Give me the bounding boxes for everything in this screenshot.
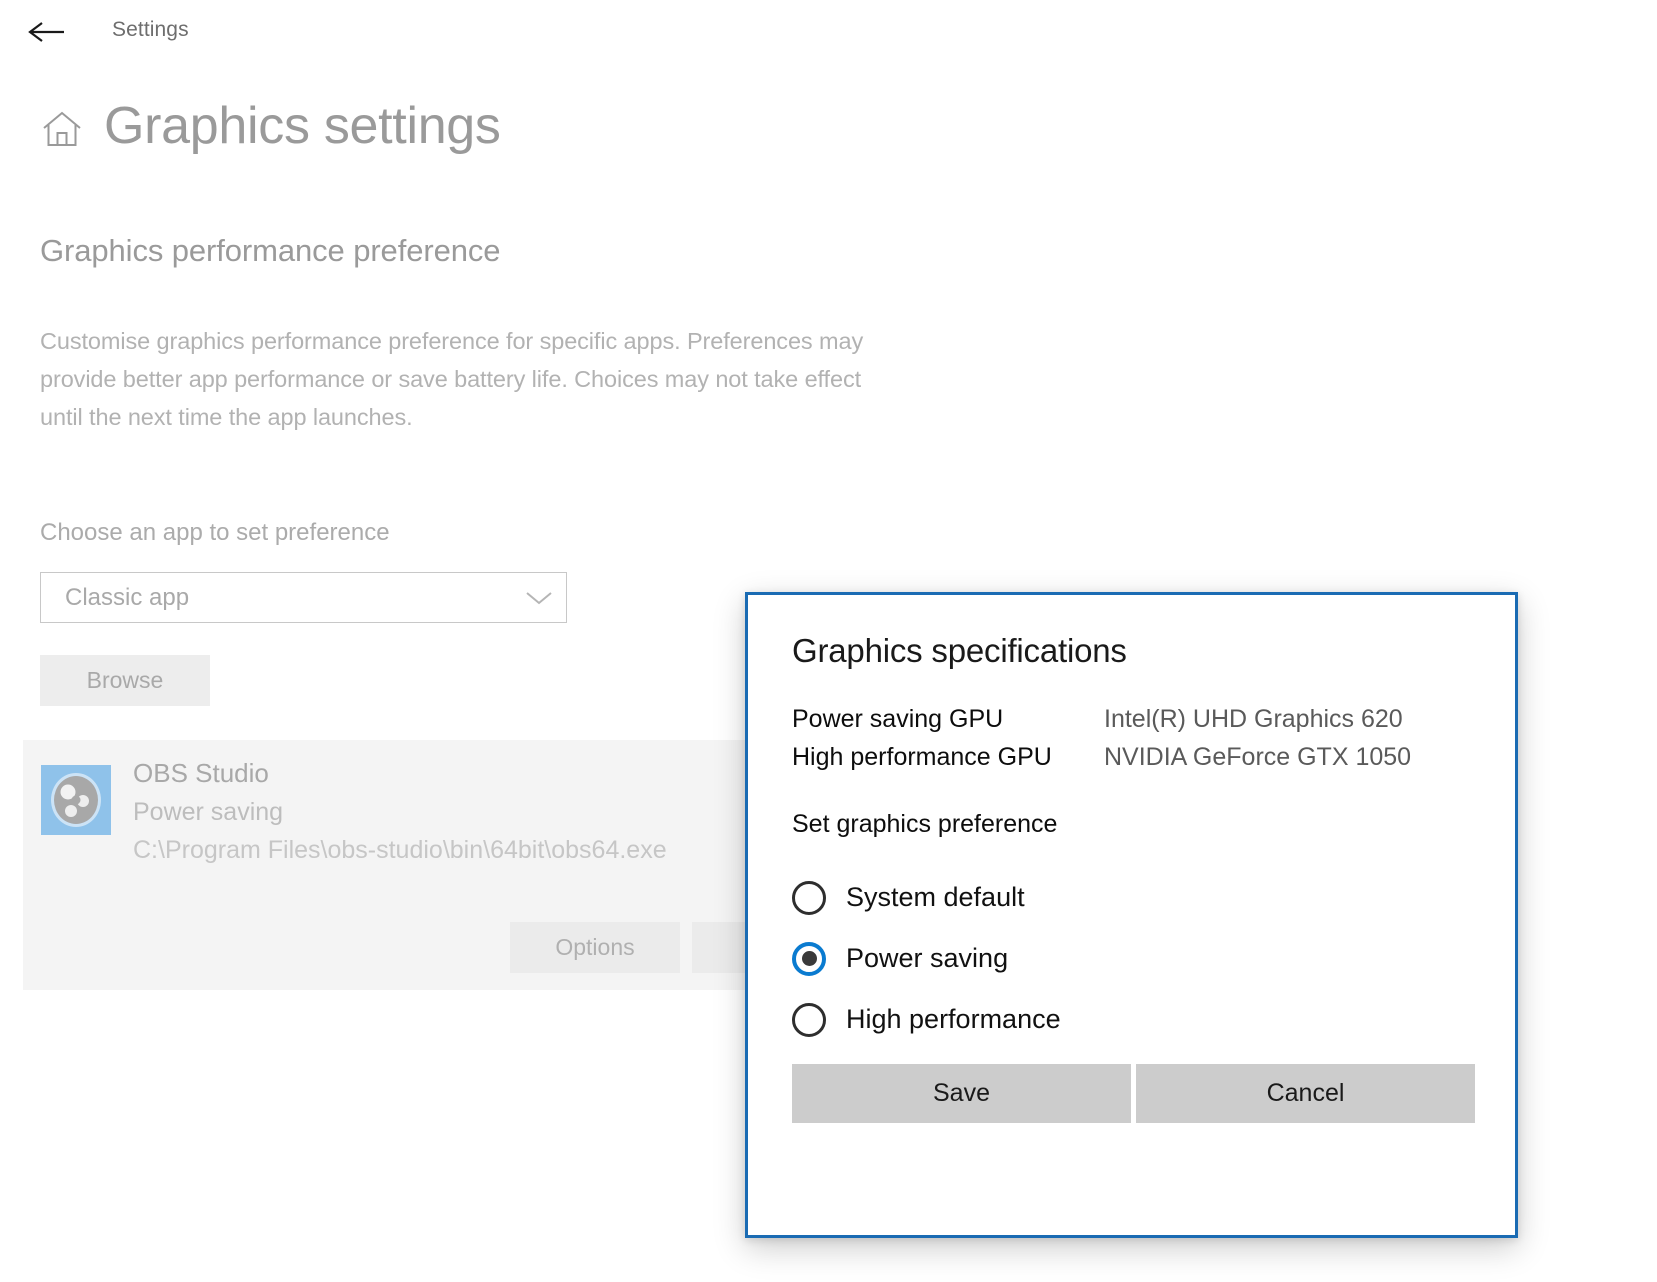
app-name: OBS Studio [133,758,269,789]
radio-indicator[interactable] [792,881,826,915]
app-type-dropdown[interactable]: Classic app [40,572,567,623]
cancel-button[interactable]: Cancel [1136,1064,1475,1123]
gpu-spec-table: Power saving GPU Intel(R) UHD Graphics 6… [792,705,1482,781]
settings-titlebar: Settings [0,0,1657,70]
options-button[interactable]: Options [510,922,680,973]
radio-indicator[interactable] [792,1003,826,1037]
back-arrow-icon [27,18,67,46]
choose-app-label: Choose an app to set preference [40,519,390,547]
gpu-spec-row: Power saving GPU Intel(R) UHD Graphics 6… [792,705,1482,743]
radio-option-system-default[interactable]: System default [792,867,1061,928]
gpu-spec-key: High performance GPU [792,743,1104,772]
dialog-title: Graphics specifications [792,632,1127,670]
titlebar-label: Settings [112,18,189,42]
radio-option-high-performance[interactable]: High performance [792,989,1061,1050]
gpu-spec-value: NVIDIA GeForce GTX 1050 [1104,743,1411,772]
page-header: Graphics settings [40,100,501,152]
app-path: C:\Program Files\obs-studio\bin\64bit\ob… [133,836,667,865]
radio-label: High performance [846,1004,1061,1035]
save-button[interactable]: Save [792,1064,1131,1123]
browse-button[interactable]: Browse [40,655,210,706]
preference-radio-group: System default Power saving High perform… [792,867,1061,1050]
home-icon[interactable] [40,107,84,151]
app-type-dropdown-value: Classic app [65,584,512,612]
obs-studio-icon [41,765,111,835]
gpu-spec-row: High performance GPU NVIDIA GeForce GTX … [792,743,1482,781]
section-title: Graphics performance preference [40,233,500,269]
section-description: Customise graphics performance preferenc… [40,322,870,436]
set-preference-label: Set graphics preference [792,810,1057,839]
radio-option-power-saving[interactable]: Power saving [792,928,1061,989]
radio-label: Power saving [846,943,1008,974]
app-preference: Power saving [133,798,283,827]
dialog-actions: Save Cancel [792,1064,1475,1123]
radio-indicator-selected[interactable] [792,942,826,976]
radio-label: System default [846,882,1025,913]
gpu-spec-value: Intel(R) UHD Graphics 620 [1104,705,1403,734]
chevron-down-icon [512,589,566,607]
page-title: Graphics settings [104,100,501,152]
back-button[interactable] [18,6,76,58]
graphics-specifications-dialog: Graphics specifications Power saving GPU… [745,592,1518,1238]
gpu-spec-key: Power saving GPU [792,705,1104,734]
